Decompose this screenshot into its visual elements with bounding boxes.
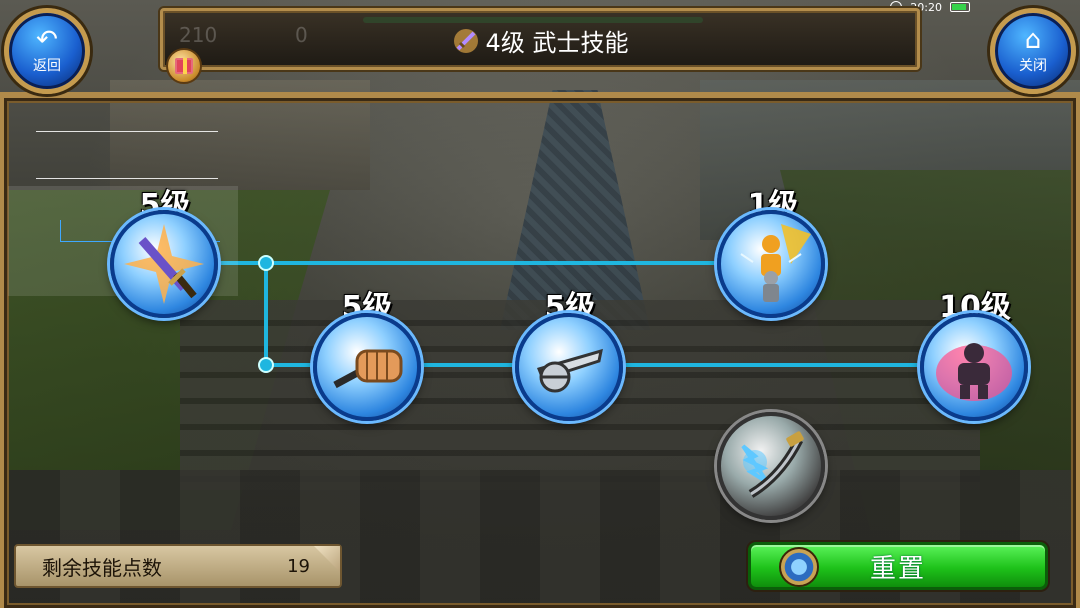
skill-katana-strike[interactable] (110, 210, 218, 318)
sword-burst-icon (114, 214, 214, 314)
reset-button[interactable]: 重置 (748, 542, 1048, 590)
skill-points-value: 19 (287, 555, 310, 577)
skill-power-stance[interactable] (920, 313, 1028, 421)
skill-blade-slash[interactable] (515, 313, 623, 421)
aura-warrior-icon (721, 214, 821, 314)
overlay-guide (36, 131, 218, 179)
blade-slash-icon (519, 317, 619, 417)
corner-ornament (314, 546, 340, 572)
power-stance-icon (924, 317, 1024, 417)
skill-points-label: 剩余技能点数 (42, 555, 162, 580)
remaining-skill-points: 剩余技能点数 19 (14, 544, 342, 588)
fist-sword-icon (317, 317, 417, 417)
lightning-blade-icon (721, 416, 821, 516)
skill-tree: 5级 5级 5级 1级 10级 (0, 0, 1080, 608)
skill-fist-strike[interactable] (313, 313, 421, 421)
skill-aura-boost[interactable] (717, 210, 825, 318)
skill-lightning-blade[interactable] (717, 412, 825, 520)
reset-label: 重置 (869, 553, 926, 584)
